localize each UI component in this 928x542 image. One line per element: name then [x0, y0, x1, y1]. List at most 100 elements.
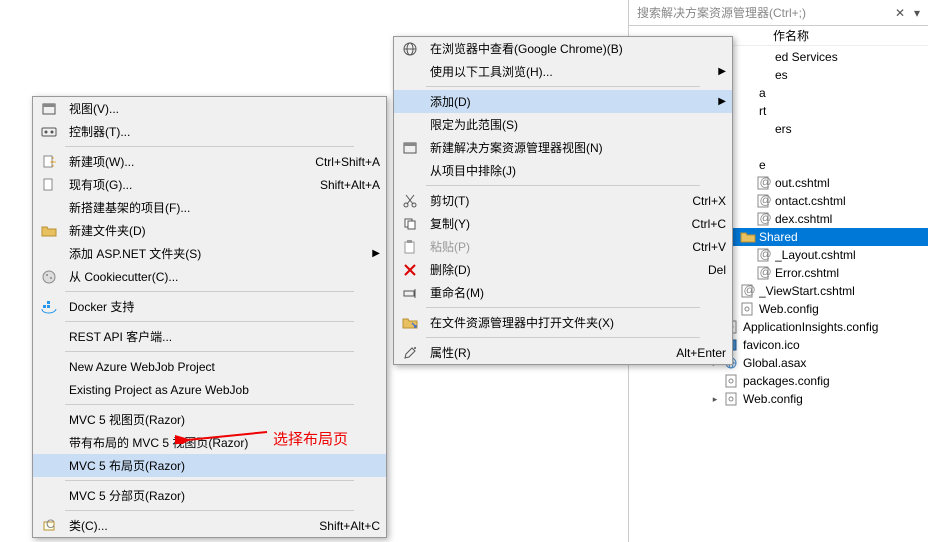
- menu-separator: [426, 307, 700, 308]
- menu-item[interactable]: 属性(R)Alt+Enter: [394, 341, 732, 364]
- view-icon: [37, 100, 61, 118]
- menu-item[interactable]: 删除(D)Del: [394, 258, 732, 281]
- menu-item[interactable]: 新建项(W)...Ctrl+Shift+A: [33, 150, 386, 173]
- tree-item-label: _ViewStart.cshtml: [759, 284, 924, 298]
- tree-item-label: a: [759, 86, 924, 100]
- search-bar: ✕ ▾: [629, 0, 928, 26]
- menu-item[interactable]: C类(C)...Shift+Alt+C: [33, 514, 386, 537]
- menu-shortcut: Ctrl+V: [692, 240, 726, 254]
- menu-item-label: MVC 5 分部页(Razor): [69, 487, 380, 504]
- menu-item[interactable]: 在文件资源管理器中打开文件夹(X): [394, 311, 732, 334]
- menu-item[interactable]: MVC 5 分部页(Razor): [33, 484, 386, 507]
- menu-item[interactable]: 重命名(M): [394, 281, 732, 304]
- tree-item-label: packages.config: [743, 374, 924, 388]
- menu-item[interactable]: 从 Cookiecutter(C)...: [33, 265, 386, 288]
- menu-item-label: 新建解决方案资源管理器视图(N): [430, 139, 726, 156]
- cshtml-icon: @: [739, 283, 757, 299]
- class-icon: C: [37, 517, 61, 535]
- menu-item-label: 使用以下工具浏览(H)...: [430, 63, 718, 80]
- search-clear-icon[interactable]: ✕: [890, 6, 910, 20]
- context-menu-add: 视图(V)...控制器(T)...新建项(W)...Ctrl+Shift+A现有…: [32, 96, 387, 538]
- menu-item-label: 从 Cookiecutter(C)...: [69, 268, 380, 285]
- menu-item[interactable]: Docker 支持: [33, 295, 386, 318]
- menu-item[interactable]: 新建文件夹(D): [33, 219, 386, 242]
- menu-item-label: 添加 ASP.NET 文件夹(S): [69, 245, 372, 262]
- menu-item-label: 新搭建基架的项目(F)...: [69, 199, 380, 216]
- menu-item[interactable]: 现有项(G)...Shift+Alt+A: [33, 173, 386, 196]
- menu-item[interactable]: 控制器(T)...: [33, 120, 386, 143]
- menu-item[interactable]: 添加 ASP.NET 文件夹(S)▶: [33, 242, 386, 265]
- menu-item[interactable]: 复制(Y)Ctrl+C: [394, 212, 732, 235]
- tree-item-label: es: [775, 68, 924, 82]
- menu-separator: [65, 146, 354, 147]
- cshtml-icon: @: [755, 175, 773, 191]
- menu-item[interactable]: Existing Project as Azure WebJob: [33, 378, 386, 401]
- item-icon: [739, 139, 757, 155]
- menu-item: 粘贴(P) Ctrl+V: [394, 235, 732, 258]
- tree-item-label: Global.asax: [743, 356, 924, 370]
- chevron-down-icon[interactable]: ▾: [910, 6, 924, 20]
- rename-icon: [398, 284, 422, 302]
- blank-icon: [398, 63, 422, 81]
- cookie-icon: [37, 268, 61, 286]
- tree-item[interactable]: ▸ Web.config: [629, 390, 928, 408]
- menu-item-label: 限定为此范围(S): [430, 116, 726, 133]
- annotation-text: 选择布局页: [273, 428, 348, 449]
- menu-item-label: Existing Project as Azure WebJob: [69, 383, 380, 397]
- menu-item[interactable]: 新搭建基架的项目(F)...: [33, 196, 386, 219]
- menu-separator: [65, 351, 354, 352]
- svg-text:@: @: [760, 194, 772, 207]
- item-icon: [739, 157, 757, 173]
- menu-item[interactable]: REST API 客户端...: [33, 325, 386, 348]
- tree-item[interactable]: packages.config: [629, 372, 928, 390]
- config-icon: [739, 301, 757, 317]
- tree-item-label: e: [759, 158, 924, 172]
- tree-item-label: dex.cshtml: [775, 212, 924, 226]
- menu-item[interactable]: New Azure WebJob Project: [33, 355, 386, 378]
- blank-icon: [37, 411, 61, 429]
- menu-item-label: 粘贴(P): [430, 238, 672, 255]
- cshtml-icon: @: [755, 265, 773, 281]
- tree-item-label: ApplicationInsights.config: [743, 320, 924, 334]
- blank-icon: [398, 116, 422, 134]
- blank-icon: [37, 328, 61, 346]
- menu-item-label: 删除(D): [430, 261, 688, 278]
- search-input[interactable]: [633, 4, 890, 22]
- menu-item[interactable]: 使用以下工具浏览(H)...▶: [394, 60, 732, 83]
- menu-item-label: 属性(R): [430, 344, 656, 361]
- blank-icon: [37, 358, 61, 376]
- menu-separator: [65, 480, 354, 481]
- tree-item-label: Error.cshtml: [775, 266, 924, 280]
- tree-item-label: ers: [775, 122, 924, 136]
- menu-item[interactable]: 在浏览器中查看(Google Chrome)(B): [394, 37, 732, 60]
- svg-text:@: @: [760, 176, 772, 189]
- menu-shortcut: Shift+Alt+C: [319, 519, 380, 533]
- tree-toggle-icon[interactable]: ▸: [709, 394, 721, 405]
- menu-item[interactable]: 剪切(T)Ctrl+X: [394, 189, 732, 212]
- menu-item[interactable]: 添加(D)▶: [394, 90, 732, 113]
- tree-item-label: rt: [759, 104, 924, 118]
- menu-item-label: Docker 支持: [69, 298, 380, 315]
- blank-icon: [37, 457, 61, 475]
- menu-item[interactable]: 限定为此范围(S): [394, 113, 732, 136]
- menu-item-label: 视图(V)...: [69, 100, 380, 117]
- cshtml-icon: @: [755, 193, 773, 209]
- open-folder-icon: [398, 314, 422, 332]
- menu-item[interactable]: 视图(V)...: [33, 97, 386, 120]
- menu-item[interactable]: MVC 5 布局页(Razor): [33, 454, 386, 477]
- browser-icon: [398, 40, 422, 58]
- menu-shortcut: Ctrl+X: [692, 194, 726, 208]
- menu-item[interactable]: 新建解决方案资源管理器视图(N): [394, 136, 732, 159]
- menu-item[interactable]: 从项目中排除(J): [394, 159, 732, 182]
- menu-item-label: 从项目中排除(J): [430, 162, 726, 179]
- config-icon: [723, 391, 741, 407]
- submenu-arrow-icon: ▶: [718, 66, 726, 77]
- menu-item-label: 现有项(G)...: [69, 176, 300, 193]
- menu-item-label: 在文件资源管理器中打开文件夹(X): [430, 314, 726, 331]
- config-icon: [723, 373, 741, 389]
- folder-icon: [739, 229, 757, 245]
- cut-icon: [398, 192, 422, 210]
- menu-item-label: 新建项(W)...: [69, 153, 295, 170]
- tree-item-label: Web.config: [743, 392, 924, 406]
- context-menu-main: 在浏览器中查看(Google Chrome)(B)使用以下工具浏览(H)...▶…: [393, 36, 733, 365]
